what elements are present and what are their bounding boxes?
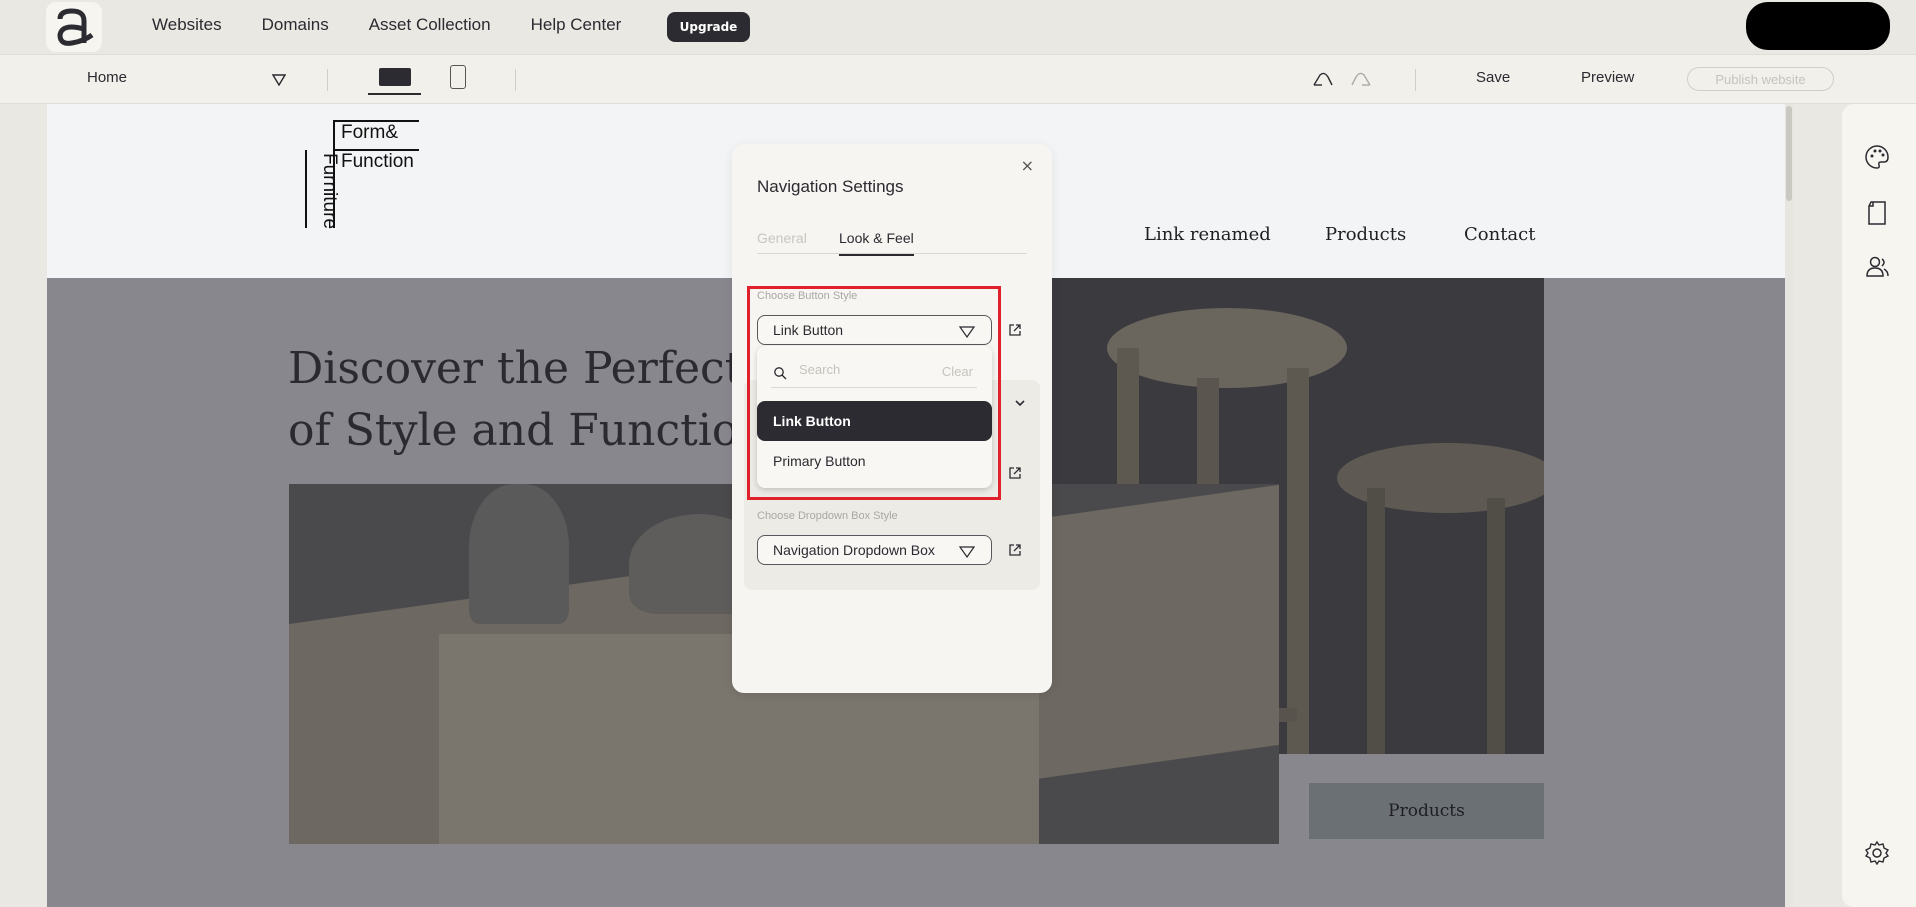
- modal-title: Navigation Settings: [757, 177, 904, 196]
- users-icon[interactable]: [1864, 254, 1890, 280]
- canvas-scrollbar[interactable]: [1785, 104, 1793, 907]
- editor-toolbar: Home Save Preview Publish website: [0, 54, 1916, 104]
- page-icon[interactable]: [1864, 200, 1890, 226]
- dropdown-box-style-select[interactable]: Navigation Dropdown Box: [757, 535, 992, 565]
- site-nav-products[interactable]: Products: [1325, 224, 1406, 245]
- palette-icon[interactable]: [1864, 144, 1890, 170]
- toolbar-divider: [515, 69, 516, 91]
- external-link-icon[interactable]: [1008, 466, 1022, 480]
- logo-text-furniture: Furniture: [319, 152, 340, 230]
- hero-title-line: of Style and Function: [288, 405, 767, 456]
- desktop-icon: [378, 68, 411, 86]
- undo-icon[interactable]: [1312, 69, 1336, 89]
- toolbar-divider: [327, 69, 328, 91]
- external-link-icon[interactable]: [1008, 323, 1022, 337]
- logo-text-function: Function: [341, 151, 414, 172]
- vase-shape: [469, 484, 569, 624]
- desktop-view-button[interactable]: [368, 61, 421, 95]
- logo-text-form: Form&: [341, 122, 398, 143]
- dropdown-box-style-label: Choose Dropdown Box Style: [757, 510, 898, 522]
- logo-line: [305, 150, 307, 228]
- gear-icon[interactable]: [1864, 840, 1890, 866]
- topnav-websites[interactable]: Websites: [152, 15, 222, 35]
- site-nav-link-renamed[interactable]: Link renamed: [1144, 224, 1271, 245]
- save-button[interactable]: Save: [1476, 69, 1510, 86]
- user-avatar[interactable]: [1746, 2, 1890, 50]
- dropdown-box-style-value: Navigation Dropdown Box: [773, 542, 935, 558]
- right-tool-panel: [1842, 104, 1916, 907]
- tab-look-and-feel[interactable]: Look & Feel: [839, 230, 914, 256]
- tab-general[interactable]: General: [757, 230, 807, 254]
- app-logo[interactable]: [46, 2, 102, 52]
- hero-title-line: Discover the Perfect: [288, 343, 743, 394]
- highlight-annotation: [747, 286, 1001, 500]
- external-link-icon[interactable]: [1008, 543, 1022, 557]
- chevron-down-icon: [959, 546, 975, 558]
- close-icon[interactable]: ×: [1021, 156, 1034, 175]
- topnav-help-center[interactable]: Help Center: [531, 15, 622, 35]
- hero-products-button[interactable]: Products: [1309, 783, 1544, 839]
- page-selector[interactable]: Home: [87, 69, 127, 86]
- toolbar-divider: [1415, 69, 1416, 91]
- topnav-domains[interactable]: Domains: [262, 15, 329, 35]
- mobile-view-button[interactable]: [450, 65, 466, 89]
- chevron-down-icon[interactable]: [1014, 398, 1026, 408]
- publish-website-button[interactable]: Publish website: [1687, 67, 1834, 91]
- modal-tabs: General Look & Feel: [757, 230, 1027, 256]
- site-nav-contact[interactable]: Contact: [1464, 224, 1535, 245]
- redo-icon[interactable]: [1348, 69, 1372, 89]
- hero-title[interactable]: Discover the Perfect of Style and Functi…: [288, 338, 808, 462]
- upgrade-button[interactable]: Upgrade: [667, 12, 750, 42]
- canvas-scrollbar-thumb[interactable]: [1786, 106, 1792, 201]
- chevron-down-icon[interactable]: [272, 74, 286, 86]
- site-logo[interactable]: Form& Function Furniture: [305, 120, 419, 232]
- top-navigation: Websites Domains Asset Collection Help C…: [152, 15, 661, 35]
- top-bar: Websites Domains Asset Collection Help C…: [0, 0, 1916, 54]
- app-logo-icon: [57, 8, 94, 46]
- topnav-asset-collection[interactable]: Asset Collection: [369, 15, 491, 35]
- preview-button[interactable]: Preview: [1581, 69, 1634, 86]
